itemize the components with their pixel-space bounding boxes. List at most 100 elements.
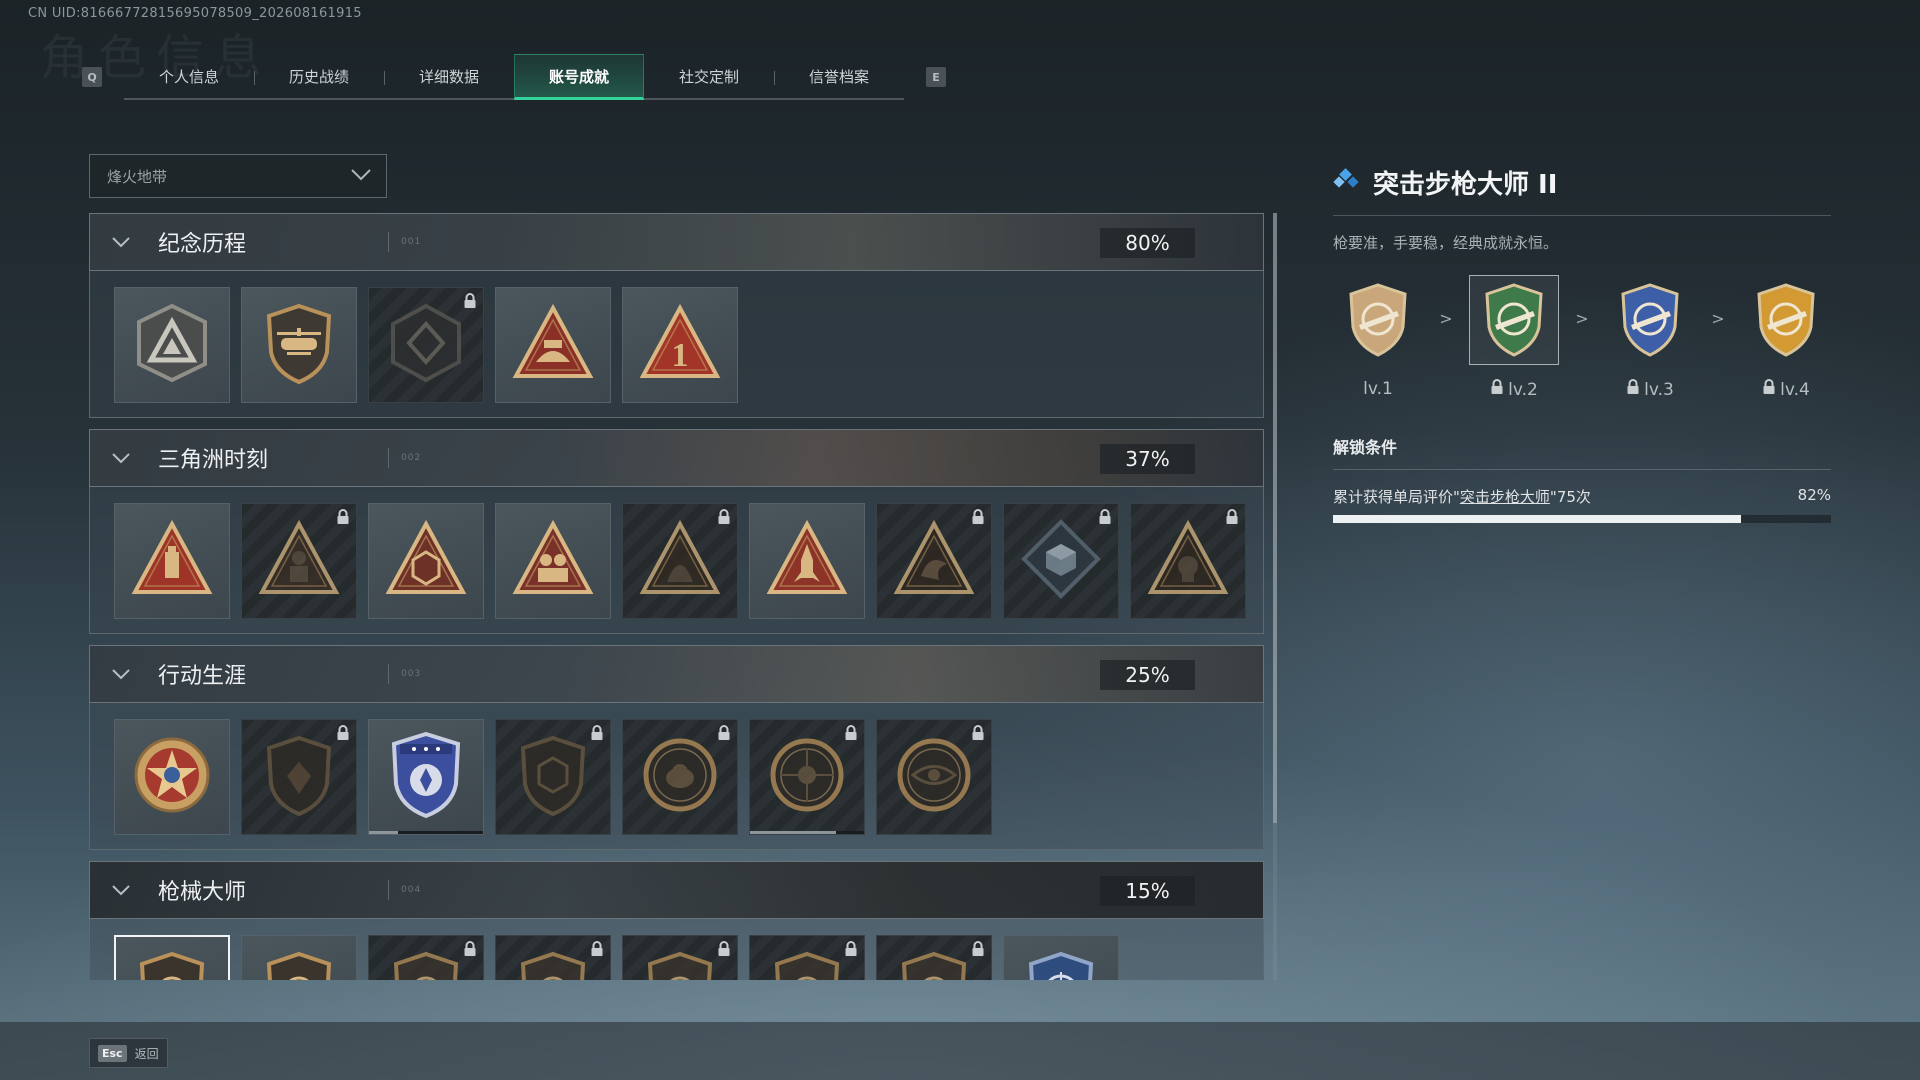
level-item[interactable]: lv.2: [1469, 275, 1559, 400]
level-item[interactable]: lv.1: [1333, 275, 1423, 399]
section-header[interactable]: 枪械大师 004 15%: [89, 861, 1264, 919]
level-label-row: lv.2: [1490, 379, 1538, 400]
tab-detailed-data[interactable]: 详细数据: [384, 54, 514, 98]
section-badge-grid: 1: [89, 271, 1264, 418]
divider: [388, 448, 389, 468]
tab-reputation[interactable]: 信誉档案: [774, 54, 904, 98]
section-title: 行动生涯: [158, 664, 247, 689]
rifle-shield-icon: [259, 948, 339, 980]
chevron-down-icon[interactable]: [106, 452, 136, 464]
rifle-shield-icon: [767, 948, 847, 980]
level-item[interactable]: lv.3: [1605, 275, 1695, 400]
achievement-badge[interactable]: [876, 503, 992, 619]
achievement-badge[interactable]: [114, 287, 230, 403]
level-arrow: >: [1711, 309, 1725, 328]
achievement-badge[interactable]: [114, 935, 230, 980]
lock-icon: [1762, 379, 1776, 400]
tab-history[interactable]: 历史战绩: [254, 54, 384, 98]
achievement-badge[interactable]: [1003, 503, 1119, 619]
achievement-badge[interactable]: [495, 935, 611, 980]
mode-dropdown[interactable]: 烽火地带: [89, 154, 387, 198]
achievement-badge[interactable]: [622, 719, 738, 835]
chevron-down-icon[interactable]: [106, 884, 136, 896]
achievement-badge[interactable]: [114, 503, 230, 619]
achievement-badge[interactable]: [368, 503, 484, 619]
rifle-shield-icon: [132, 948, 212, 980]
next-tab-key-hint[interactable]: E: [926, 67, 946, 87]
divider: [1333, 469, 1831, 470]
achievement-badge[interactable]: [876, 935, 992, 980]
divider: [388, 880, 389, 900]
scrollbar-thumb[interactable]: [1273, 213, 1277, 823]
level-label: lv.1: [1363, 379, 1393, 399]
achievement-badge[interactable]: [368, 719, 484, 835]
lock-icon: [717, 725, 731, 745]
badge-progress-fill: [750, 831, 836, 834]
level-label: lv.3: [1644, 379, 1674, 400]
condition-suffix: "75次: [1549, 488, 1591, 506]
section-index: 003: [401, 669, 422, 679]
achievement-badge[interactable]: [876, 719, 992, 835]
chevron-down-icon[interactable]: [106, 668, 136, 680]
section-title: 纪念历程: [158, 232, 247, 257]
chevron-down-icon[interactable]: [106, 236, 136, 248]
achievement-badge[interactable]: [368, 287, 484, 403]
achievement-list[interactable]: 纪念历程 001 80% 1 三角洲时刻 002 37% 行动生涯 003 25…: [89, 213, 1264, 980]
lock-icon: [844, 941, 858, 961]
achievement-section: 纪念历程 001 80% 1: [89, 213, 1264, 418]
scrollbar[interactable]: [1273, 213, 1277, 980]
achievement-badge[interactable]: [749, 935, 865, 980]
crosshair-shield-icon: [1021, 948, 1101, 980]
back-label: 返回: [134, 1046, 159, 1061]
lock-icon: [1626, 379, 1640, 400]
section-percent: 15%: [1100, 876, 1195, 906]
level-label-row: lv.3: [1626, 379, 1674, 400]
helicopter-badge-icon: [259, 300, 339, 390]
usb-triangle-icon: [129, 516, 215, 606]
prev-tab-key-hint[interactable]: Q: [82, 67, 102, 87]
unlock-condition-title: 解锁条件: [1333, 438, 1398, 457]
section-percent: 80%: [1100, 228, 1195, 258]
achievement-badge[interactable]: [495, 287, 611, 403]
unlock-condition-text: 累计获得单局评价"突击步枪大师"75次: [1333, 486, 1591, 507]
unlock-condition-row: 累计获得单局评价"突击步枪大师"75次 82%: [1333, 486, 1831, 507]
back-button[interactable]: Esc 返回: [89, 1038, 168, 1068]
tab-social-custom[interactable]: 社交定制: [644, 54, 774, 98]
achievement-badge[interactable]: [1130, 503, 1246, 619]
achievement-badge[interactable]: [495, 719, 611, 835]
lock-icon: [1098, 509, 1112, 529]
achievement-badge[interactable]: [368, 935, 484, 980]
tab-personal-info[interactable]: 个人信息: [124, 54, 254, 98]
achievement-badge[interactable]: [495, 503, 611, 619]
achievement-section: 行动生涯 003 25%: [89, 645, 1264, 850]
rifle-shield-icon: [640, 948, 720, 980]
achievement-badge[interactable]: [241, 503, 357, 619]
soldier-triangle-icon: [256, 516, 342, 606]
achievement-badge[interactable]: [114, 719, 230, 835]
tab-achievements[interactable]: 账号成就: [514, 54, 644, 100]
achievement-badge[interactable]: [622, 503, 738, 619]
bottom-bar: [0, 1022, 1920, 1080]
achievement-badge[interactable]: [622, 935, 738, 980]
hexagon-crest-icon: [385, 300, 467, 390]
level-item[interactable]: lv.4: [1741, 275, 1831, 400]
lock-icon: [336, 509, 350, 529]
condition-link[interactable]: 突击步枪大师: [1460, 488, 1550, 506]
level-arrow: >: [1439, 309, 1453, 328]
dodeca-shield-icon: [513, 732, 593, 822]
achievement-badge[interactable]: [749, 503, 865, 619]
achievement-badge[interactable]: [241, 287, 357, 403]
chevron-down-icon: [350, 167, 372, 186]
section-header[interactable]: 三角洲时刻 002 37%: [89, 429, 1264, 487]
badge-progress-fill: [369, 831, 398, 834]
beast-triangle-icon: [637, 516, 723, 606]
achievement-badge[interactable]: [241, 935, 357, 980]
achievement-section: 枪械大师 004 15%: [89, 861, 1264, 980]
achievement-badge[interactable]: [241, 719, 357, 835]
achievement-badge[interactable]: [749, 719, 865, 835]
section-header[interactable]: 纪念历程 001 80%: [89, 213, 1264, 271]
achievement-badge[interactable]: 1: [622, 287, 738, 403]
level-label: lv.4: [1780, 379, 1810, 400]
achievement-badge[interactable]: [1003, 935, 1119, 980]
section-header[interactable]: 行动生涯 003 25%: [89, 645, 1264, 703]
